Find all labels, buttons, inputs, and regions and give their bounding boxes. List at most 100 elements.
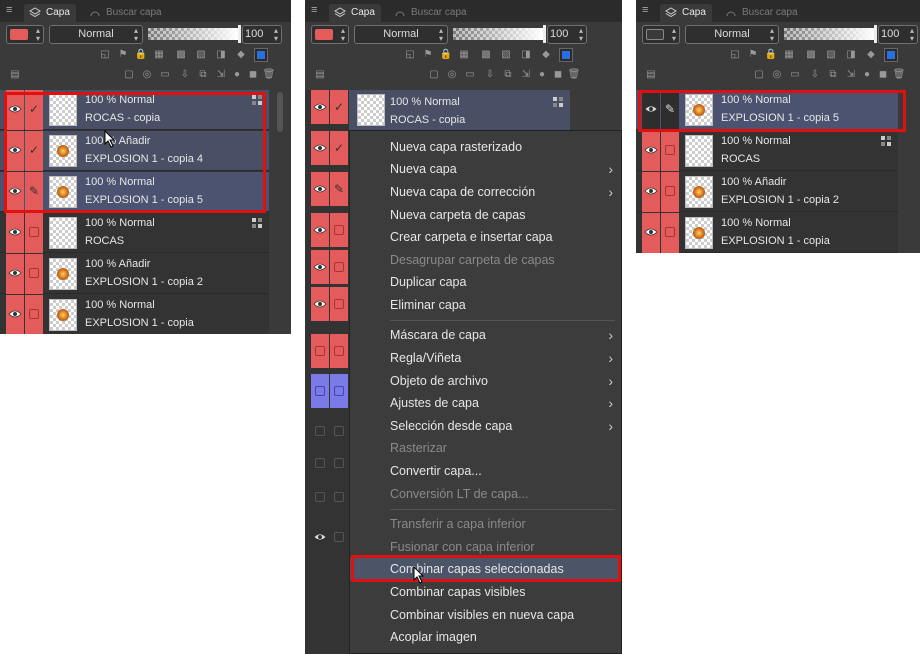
new-raster-layer-icon[interactable]: ▢ bbox=[752, 68, 766, 82]
tab-buscar-capa[interactable]: Buscar capa bbox=[389, 4, 473, 22]
lock-icon[interactable]: 🔒 bbox=[764, 48, 778, 62]
menu-item-ajustes-capa[interactable]: Ajustes de capa › bbox=[350, 392, 621, 414]
menu-item-combinar-seleccionadas[interactable]: Combinar capas seleccionadas bbox=[350, 558, 621, 580]
mask-icon[interactable]: ▩ bbox=[804, 48, 818, 62]
menu-item-nueva-capa-correccion[interactable]: Nueva capa de corrección › bbox=[350, 181, 621, 203]
layer-row[interactable]: 100 % Normal EXPLOSION 1 - copia bbox=[0, 295, 269, 334]
tab-capa[interactable]: Capa bbox=[660, 4, 712, 22]
select-checkbox[interactable] bbox=[334, 262, 344, 272]
mask-add-icon[interactable]: ● bbox=[535, 68, 549, 82]
tab-buscar-capa[interactable]: Buscar capa bbox=[720, 4, 804, 22]
layer-row-active[interactable]: ✎ 100 % Normal EXPLOSION 1 - copia 5 bbox=[636, 90, 898, 130]
eye-icon[interactable] bbox=[8, 186, 22, 196]
eye-icon[interactable] bbox=[313, 262, 327, 272]
opacity-slider[interactable] bbox=[148, 25, 241, 43]
layer-row[interactable]: ✓ 100 % Normal ROCAS - copia bbox=[0, 90, 269, 130]
opacity-slider-handle[interactable] bbox=[543, 25, 546, 43]
new-vector-layer-icon[interactable]: ◎ bbox=[445, 68, 459, 82]
expand-icon[interactable]: ◆ bbox=[864, 48, 878, 62]
lock-transparency-icon[interactable]: ▦ bbox=[457, 48, 471, 62]
layer-row[interactable]: ✓ 100 % Añadir EXPLOSION 1 - copia 4 bbox=[0, 131, 269, 171]
tab-capa[interactable]: Capa bbox=[329, 4, 381, 22]
menu-item-convertir-capa[interactable]: Convertir capa... bbox=[350, 460, 621, 482]
mask-add-icon[interactable]: ● bbox=[860, 68, 874, 82]
eye-icon[interactable] bbox=[644, 186, 658, 196]
panel-menu-icon[interactable]: ≡ bbox=[311, 4, 321, 16]
menu-item-regla-vineta[interactable]: Regla/Viñeta › bbox=[350, 347, 621, 369]
eye-icon[interactable] bbox=[8, 309, 22, 319]
menu-item-seleccion-desde-capa[interactable]: Selección desde capa › bbox=[350, 415, 621, 437]
layer-row[interactable]: 100 % Normal EXPLOSION 1 - copia bbox=[636, 213, 898, 253]
ruler-icon[interactable]: ◨ bbox=[519, 48, 533, 62]
menu-item-nueva-capa[interactable]: Nueva capa › bbox=[350, 158, 621, 180]
select-checkbox[interactable] bbox=[334, 299, 344, 309]
eye-icon[interactable] bbox=[644, 145, 658, 155]
select-checkbox[interactable] bbox=[29, 309, 39, 319]
transfer-down-icon[interactable]: ⇩ bbox=[808, 68, 822, 82]
ruler-icon[interactable]: ◨ bbox=[844, 48, 858, 62]
select-checkbox[interactable] bbox=[315, 346, 325, 356]
select-checkbox[interactable] bbox=[665, 186, 675, 196]
eye-icon[interactable] bbox=[8, 227, 22, 237]
new-folder-icon[interactable]: ▭ bbox=[463, 68, 477, 82]
select-checkbox[interactable] bbox=[315, 426, 325, 436]
eye-icon[interactable] bbox=[313, 299, 327, 309]
select-checkbox[interactable] bbox=[665, 145, 675, 155]
blend-mode-select[interactable]: Normal ▴ ▾ bbox=[49, 25, 143, 44]
lock-icon[interactable]: 🔒 bbox=[134, 48, 148, 62]
eye-icon[interactable] bbox=[313, 143, 327, 153]
menu-item-combinar-visibles-nueva[interactable]: Combinar visibles en nueva capa bbox=[350, 604, 621, 626]
panel-menu-icon[interactable]: ≡ bbox=[6, 4, 16, 16]
select-checkbox[interactable] bbox=[334, 225, 344, 235]
opacity-input[interactable]: 100 ▴ ▾ bbox=[878, 25, 918, 44]
panel-menu-icon[interactable]: ≡ bbox=[642, 4, 652, 16]
combine-down-icon[interactable]: ⧉ bbox=[196, 68, 210, 82]
layer-color-icon[interactable] bbox=[884, 48, 898, 62]
select-checkbox[interactable] bbox=[334, 532, 344, 542]
new-raster-layer-icon[interactable]: ▢ bbox=[427, 68, 441, 82]
tab-capa[interactable]: Capa bbox=[24, 4, 76, 22]
expand-icon[interactable]: ◆ bbox=[234, 48, 248, 62]
menu-item-mascara[interactable]: Máscara de capa › bbox=[350, 324, 621, 346]
menu-item-objeto-archivo[interactable]: Objeto de archivo › bbox=[350, 370, 621, 392]
blend-mode-select[interactable]: Normal ▴ ▾ bbox=[685, 25, 779, 44]
new-folder-icon[interactable]: ▭ bbox=[788, 68, 802, 82]
check-icon[interactable]: ✓ bbox=[28, 144, 40, 156]
clip-icon[interactable]: ◱ bbox=[728, 48, 742, 62]
menu-item-duplicar[interactable]: Duplicar capa bbox=[350, 271, 621, 293]
mask-enable-icon[interactable]: ▧ bbox=[499, 48, 513, 62]
layer-row[interactable]: 100 % Añadir EXPLOSION 1 - copia 2 bbox=[636, 172, 898, 212]
reference-icon[interactable]: ⚑ bbox=[421, 48, 435, 62]
mask-icon[interactable]: ▩ bbox=[174, 48, 188, 62]
scroll-thumb[interactable] bbox=[277, 92, 283, 132]
new-folder-icon[interactable]: ▭ bbox=[158, 68, 172, 82]
new-vector-layer-icon[interactable]: ◎ bbox=[770, 68, 784, 82]
tab-buscar-capa[interactable]: Buscar capa bbox=[84, 4, 168, 22]
lock-transparency-icon[interactable]: ▦ bbox=[152, 48, 166, 62]
transfer-down-icon[interactable]: ⇩ bbox=[483, 68, 497, 82]
clip-icon[interactable]: ◱ bbox=[98, 48, 112, 62]
check-icon[interactable]: ✓ bbox=[333, 142, 345, 154]
select-checkbox[interactable] bbox=[315, 386, 325, 396]
eye-icon[interactable] bbox=[313, 532, 327, 542]
opacity-slider[interactable] bbox=[453, 25, 546, 43]
pen-icon[interactable]: ✎ bbox=[664, 103, 676, 115]
layer-color-swatch[interactable]: ▴ ▾ bbox=[6, 25, 44, 44]
merge-icon[interactable]: ⇲ bbox=[519, 68, 533, 82]
ruler-icon[interactable]: ◨ bbox=[214, 48, 228, 62]
mask-apply-icon[interactable]: ◼ bbox=[876, 68, 890, 82]
select-checkbox[interactable] bbox=[334, 426, 344, 436]
menu-item-crear-carpeta[interactable]: Crear carpeta e insertar capa bbox=[350, 226, 621, 248]
transfer-down-icon[interactable]: ⇩ bbox=[178, 68, 192, 82]
mask-enable-icon[interactable]: ▧ bbox=[194, 48, 208, 62]
select-checkbox[interactable] bbox=[334, 346, 344, 356]
menu-item-nueva-capa-rasterizado[interactable]: Nueva capa rasterizado bbox=[350, 136, 621, 158]
layer-row[interactable]: 100 % Normal ROCAS - copia bbox=[349, 90, 570, 130]
new-raster-layer-icon[interactable]: ▢ bbox=[122, 68, 136, 82]
panel-layout-icon[interactable]: ▤ bbox=[313, 68, 327, 82]
eye-icon[interactable] bbox=[313, 102, 327, 112]
expand-icon[interactable]: ◆ bbox=[539, 48, 553, 62]
select-checkbox[interactable] bbox=[334, 492, 344, 502]
merge-icon[interactable]: ⇲ bbox=[844, 68, 858, 82]
eye-icon[interactable] bbox=[8, 268, 22, 278]
